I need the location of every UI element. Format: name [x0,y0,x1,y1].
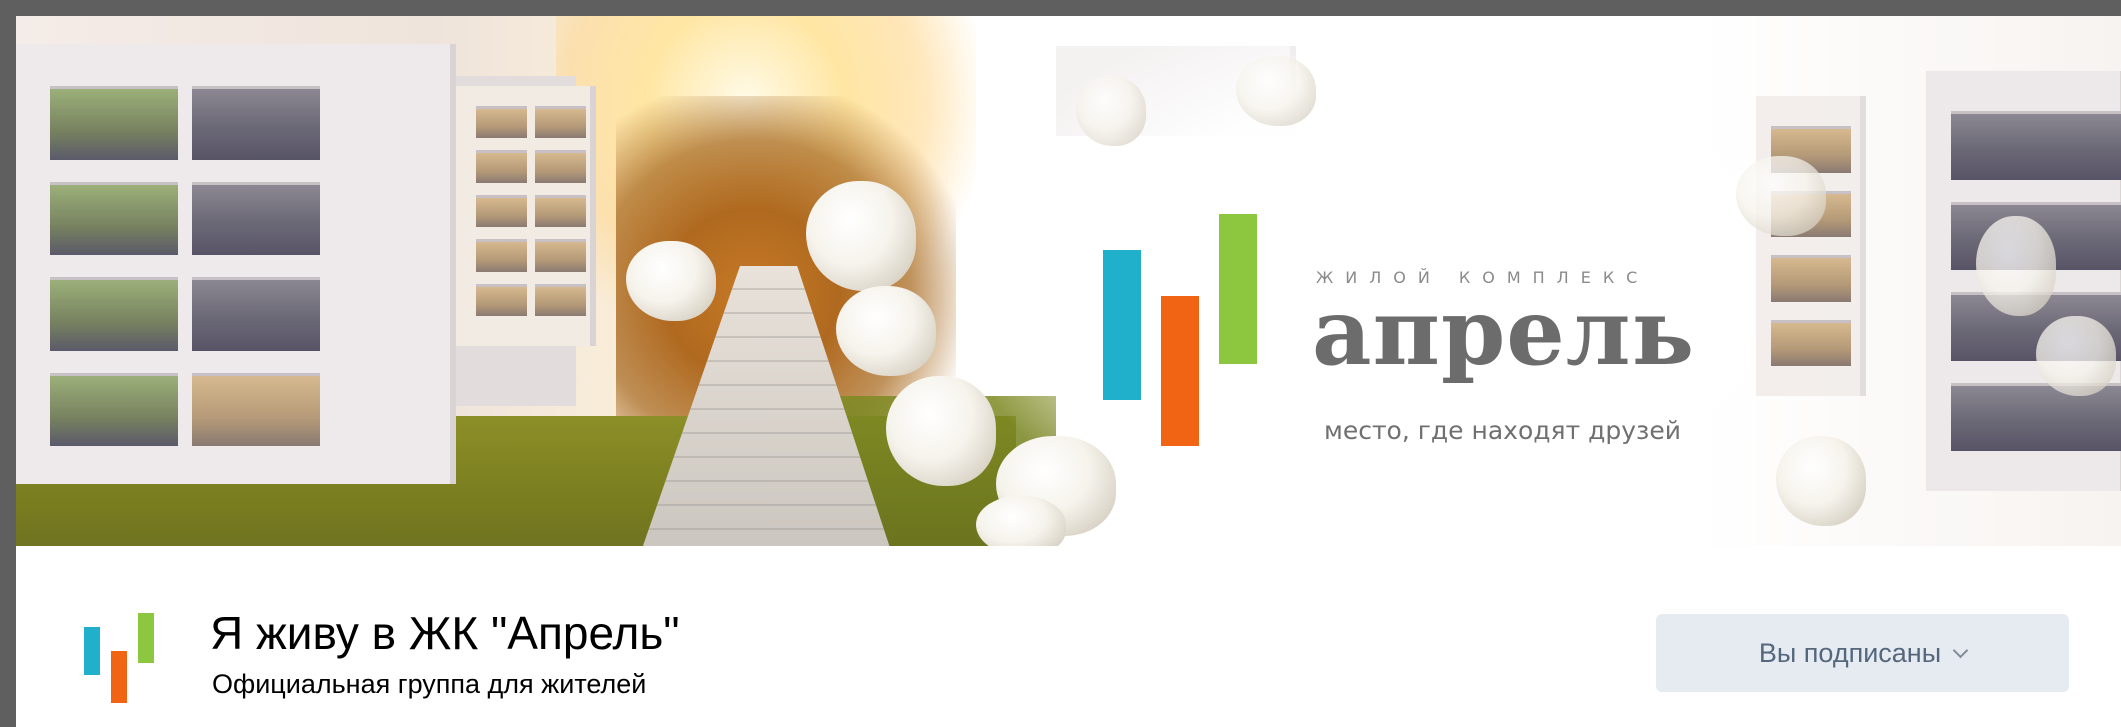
orchid-flower [806,181,916,291]
logo-bar-orange [111,651,127,703]
group-title: Я живу в ЖК "Апрель" [210,607,680,659]
logo-bar-green [1219,214,1257,364]
group-avatar[interactable] [84,613,164,703]
orchid-flower [1976,216,2056,316]
building-windows [476,106,586,316]
orchid-flower [976,496,1066,546]
orchid-flower [1776,436,1866,526]
logo-bar-blue [1103,250,1141,400]
group-header: Я живу в ЖК "Апрель" Официальная группа … [16,546,2121,727]
subscribed-button[interactable]: Вы подписаны [1656,614,2069,692]
orchid-flower [1736,156,1826,236]
chevron-down-icon [1952,642,1969,658]
cover-logo [1103,214,1273,454]
cover-logo-name: апрель [1312,278,1696,386]
building-windows [50,86,320,446]
logo-bar-blue [84,627,100,675]
orchid-flower [2036,316,2116,396]
logo-bar-green [138,613,154,663]
orchid-flower [1076,76,1146,146]
group-subtitle: Официальная группа для жителей [212,669,647,699]
cover-tagline: место, где находят друзей [1324,416,1681,445]
subscribed-button-label: Вы подписаны [1758,637,1942,668]
group-page: ЖИЛОЙ КОМПЛЕКС апрель место, где находят… [16,16,2121,727]
logo-bar-orange [1161,296,1199,446]
orchid-flower [886,376,996,486]
orchid-flower [1236,56,1316,126]
orchid-flower [836,286,936,376]
orchid-flower [626,241,716,321]
cover-image: ЖИЛОЙ КОМПЛЕКС апрель место, где находят… [16,16,2121,546]
